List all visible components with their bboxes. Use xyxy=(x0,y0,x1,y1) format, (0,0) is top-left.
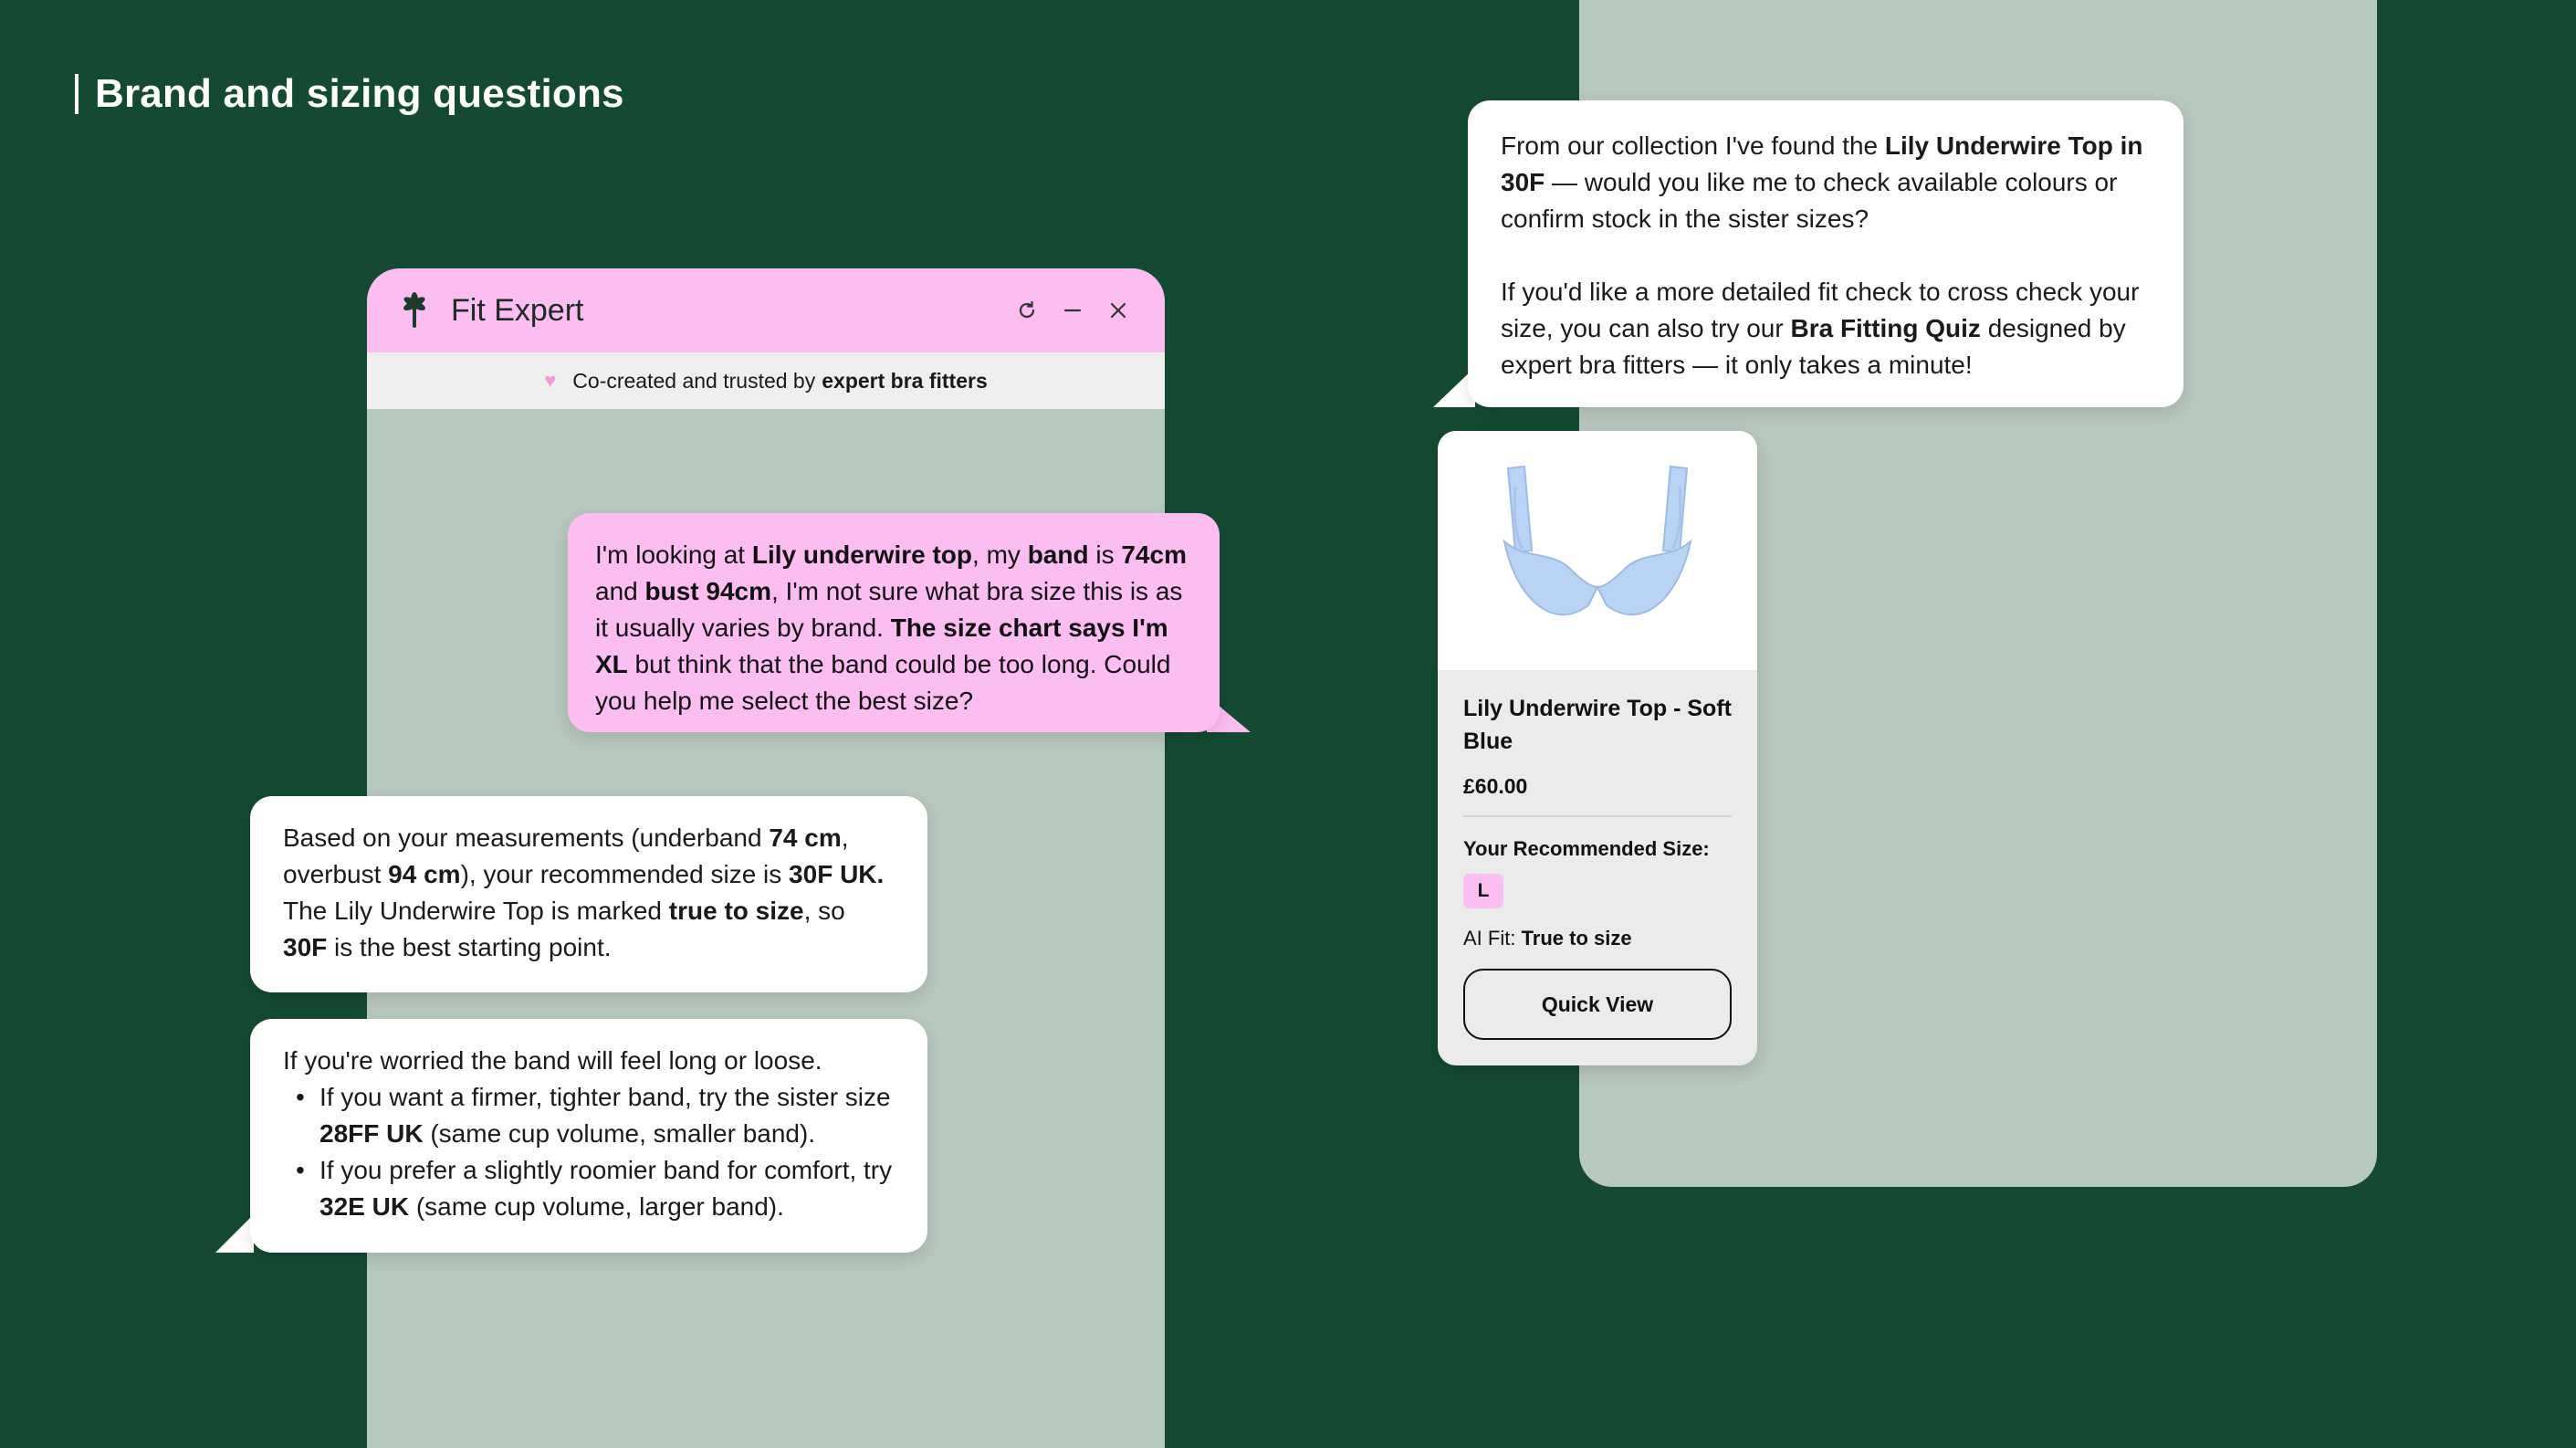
bot-message-intro: If you're worried the band will feel lon… xyxy=(283,1046,822,1075)
widget-header: Fit Expert xyxy=(367,268,1165,352)
product-image[interactable] xyxy=(1438,431,1757,670)
bot-message-bubble: From our collection I've found the Lily … xyxy=(1468,100,2183,407)
product-price: £60.00 xyxy=(1463,774,1528,798)
bot-message-bubble: If you're worried the band will feel lon… xyxy=(250,1019,927,1253)
list-item: If you prefer a slightly roomier band fo… xyxy=(283,1152,895,1225)
heart-icon: ♥ xyxy=(544,369,557,392)
ai-fit-value: True to size xyxy=(1521,927,1632,950)
banner-text: Co-created and trusted by xyxy=(572,368,816,393)
recommended-size-label: Your Recommended Size: xyxy=(1463,837,1710,860)
recommended-size-badge: L xyxy=(1463,874,1503,908)
bot-message-text: Based on your measurements (underband 74… xyxy=(283,824,885,961)
banner-bold-text: expert bra fitters xyxy=(822,368,988,393)
bra-illustration-icon xyxy=(1503,465,1692,616)
widget-title: Fit Expert xyxy=(451,292,584,328)
refresh-icon[interactable] xyxy=(1004,288,1050,333)
title-bar-decoration xyxy=(75,74,79,114)
page-title-text: Brand and sizing questions xyxy=(95,71,624,116)
bot-bubble-tail xyxy=(215,1214,254,1253)
bot-message-paragraph: From our collection I've found the Lily … xyxy=(1501,131,2143,233)
quick-view-button[interactable]: Quick View xyxy=(1463,969,1732,1040)
page-title: Brand and sizing questions xyxy=(75,71,624,117)
bot-message-bubble: Based on your measurements (underband 74… xyxy=(250,796,927,992)
list-item: If you want a firmer, tighter band, try … xyxy=(283,1079,895,1152)
minimize-icon[interactable] xyxy=(1050,288,1095,333)
sister-size-list: If you want a firmer, tighter band, try … xyxy=(283,1079,895,1225)
ai-fit-label: AI Fit: xyxy=(1463,927,1522,950)
bot-message-paragraph: If you'd like a more detailed fit check … xyxy=(1501,278,2140,379)
product-details: Lily Underwire Top - Soft Blue £60.00 Yo… xyxy=(1438,670,1757,1062)
ai-fit-info: AI Fit: True to size xyxy=(1463,927,1732,950)
divider xyxy=(1463,815,1732,817)
close-icon[interactable] xyxy=(1095,288,1141,333)
product-card[interactable]: Lily Underwire Top - Soft Blue £60.00 Yo… xyxy=(1438,431,1757,1065)
product-name[interactable]: Lily Underwire Top - Soft Blue xyxy=(1463,692,1732,758)
user-message-text: I'm looking at Lily underwire top, my ba… xyxy=(595,540,1187,715)
palm-logo-icon xyxy=(394,290,435,331)
trust-banner: ♥ Co-created and trusted by expert bra f… xyxy=(367,352,1165,409)
user-message-bubble: I'm looking at Lily underwire top, my ba… xyxy=(568,513,1220,732)
